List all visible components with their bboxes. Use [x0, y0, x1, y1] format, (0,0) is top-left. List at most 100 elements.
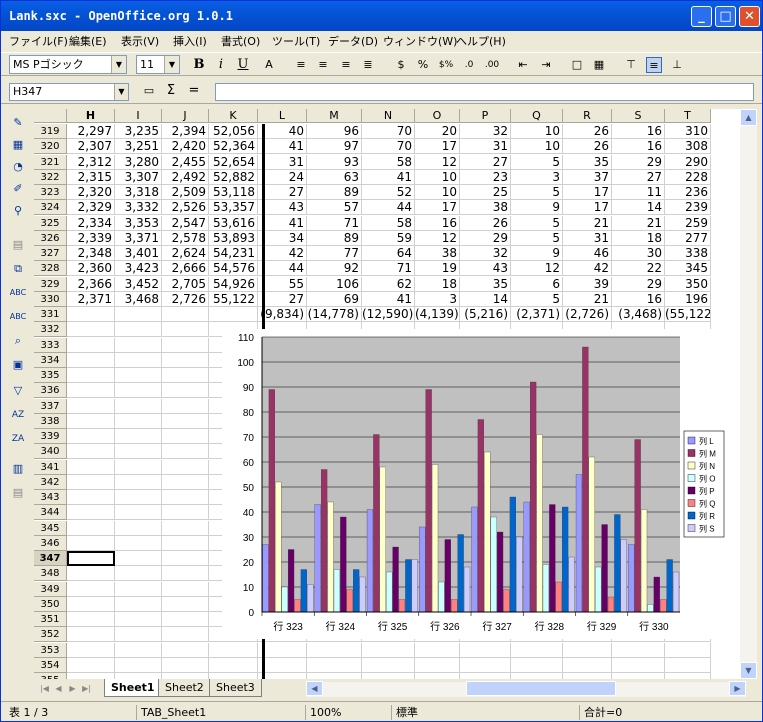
column-header-Q[interactable]: Q	[511, 109, 563, 123]
cell[interactable]	[115, 551, 162, 566]
row-header[interactable]: 347	[34, 551, 67, 566]
cell[interactable]: 2,455	[162, 154, 209, 170]
scroll-up-icon[interactable]: ▲	[740, 109, 757, 126]
cell[interactable]: 5	[511, 230, 563, 246]
cell[interactable]	[115, 520, 162, 536]
cell[interactable]: 34	[258, 230, 307, 246]
row-header[interactable]: 346	[34, 535, 67, 551]
borders-icon[interactable]: □	[569, 57, 585, 73]
column-header-L[interactable]: L	[258, 109, 307, 123]
cell[interactable]	[67, 383, 115, 399]
cell[interactable]: 3,401	[115, 246, 162, 261]
cell[interactable]	[67, 642, 115, 658]
tab-sheet2[interactable]: Sheet2	[158, 679, 211, 697]
bold-button[interactable]: B	[191, 57, 207, 73]
row-header[interactable]: 323	[34, 185, 67, 200]
row-header[interactable]: 334	[34, 352, 67, 368]
cell[interactable]: 16	[415, 215, 460, 231]
chevron-down-icon[interactable]: ▼	[111, 56, 126, 73]
cell[interactable]: (5,216)	[460, 307, 511, 322]
cell[interactable]	[162, 566, 209, 582]
cell[interactable]	[115, 642, 162, 658]
cell[interactable]: 43	[258, 200, 307, 216]
align-right-icon[interactable]: ≡	[338, 57, 354, 73]
cell[interactable]: 2,371	[67, 291, 115, 307]
cell[interactable]: 23	[460, 169, 511, 185]
cell[interactable]: 2,348	[67, 246, 115, 261]
cell[interactable]: 3,332	[115, 200, 162, 216]
row-header[interactable]: 342	[34, 474, 67, 490]
cell[interactable]	[115, 383, 162, 399]
find-replace-icon[interactable]: ⌕	[8, 331, 28, 351]
cell[interactable]: 54,231	[209, 246, 258, 261]
cell[interactable]: 29	[460, 230, 511, 246]
cell[interactable]	[209, 657, 258, 673]
row-header[interactable]: 354	[34, 657, 67, 673]
cell[interactable]	[162, 429, 209, 444]
cell[interactable]	[162, 627, 209, 643]
cell[interactable]	[67, 474, 115, 490]
column-header-N[interactable]: N	[362, 109, 415, 123]
cell[interactable]: 2,366	[67, 276, 115, 292]
maximize-button[interactable]: □	[715, 6, 736, 27]
cell[interactable]: 12	[415, 230, 460, 246]
insert-table-icon[interactable]: ▦	[8, 135, 28, 155]
italic-button[interactable]: i	[213, 57, 229, 73]
cell[interactable]	[67, 581, 115, 597]
cell[interactable]	[209, 307, 258, 322]
cell[interactable]: 44	[362, 200, 415, 216]
cell[interactable]: (14,778)	[307, 307, 362, 322]
cell[interactable]	[115, 352, 162, 368]
cell[interactable]: 53,118	[209, 185, 258, 200]
cell[interactable]: 89	[307, 185, 362, 200]
cell[interactable]: 59	[362, 230, 415, 246]
next-sheet-icon[interactable]: ▶	[66, 682, 79, 696]
cell[interactable]: 2,526	[162, 200, 209, 216]
cell[interactable]: 53,893	[209, 230, 258, 246]
cell[interactable]	[162, 612, 209, 627]
menu-tools[interactable]: ツール(T)	[272, 33, 320, 49]
remove-decimal-icon[interactable]: .00	[484, 57, 500, 73]
edit-file-icon[interactable]: ✎	[8, 113, 28, 133]
menu-insert[interactable]: 挿入(I)	[173, 33, 207, 49]
cell[interactable]: 5	[511, 215, 563, 231]
cell[interactable]	[162, 459, 209, 475]
cell[interactable]	[115, 490, 162, 505]
cell[interactable]: 26	[460, 215, 511, 231]
cell[interactable]: 55	[258, 276, 307, 292]
cell[interactable]: 2,307	[67, 139, 115, 155]
column-header-S[interactable]: S	[612, 109, 665, 123]
function-autopilot-icon[interactable]: ▭	[141, 83, 157, 99]
cell[interactable]: 37	[563, 169, 612, 185]
cell[interactable]: 2,334	[67, 215, 115, 231]
cell[interactable]: 196	[665, 291, 711, 307]
cell[interactable]: 22	[612, 261, 665, 277]
row-header[interactable]: 326	[34, 230, 67, 246]
cell[interactable]	[162, 398, 209, 414]
cell[interactable]: 30	[612, 246, 665, 261]
cell[interactable]	[258, 657, 307, 673]
cell[interactable]: 62	[362, 276, 415, 292]
cell[interactable]: 2,320	[67, 185, 115, 200]
cell[interactable]	[115, 398, 162, 414]
cell[interactable]	[162, 505, 209, 521]
cell[interactable]: 2,726	[162, 291, 209, 307]
cell[interactable]	[67, 490, 115, 505]
cell[interactable]	[162, 535, 209, 551]
cell[interactable]: 3	[415, 291, 460, 307]
cell[interactable]: 2,420	[162, 139, 209, 155]
cell[interactable]: 2,297	[67, 124, 115, 139]
cell[interactable]: 35	[460, 276, 511, 292]
title-bar[interactable]: Lank.sxc - OpenOffice.org 1.0.1 _ □ ✕	[1, 1, 762, 31]
cell[interactable]: 26	[563, 139, 612, 155]
cell[interactable]: 41	[362, 169, 415, 185]
cell[interactable]: 71	[307, 215, 362, 231]
cell[interactable]	[67, 322, 115, 338]
cell[interactable]: 17	[563, 185, 612, 200]
cell[interactable]	[67, 566, 115, 582]
cell[interactable]: 338	[665, 246, 711, 261]
cell[interactable]: 10	[511, 139, 563, 155]
cell[interactable]	[162, 642, 209, 658]
insert-object-icon[interactable]: ◔	[8, 157, 28, 177]
cell[interactable]: 277	[665, 230, 711, 246]
